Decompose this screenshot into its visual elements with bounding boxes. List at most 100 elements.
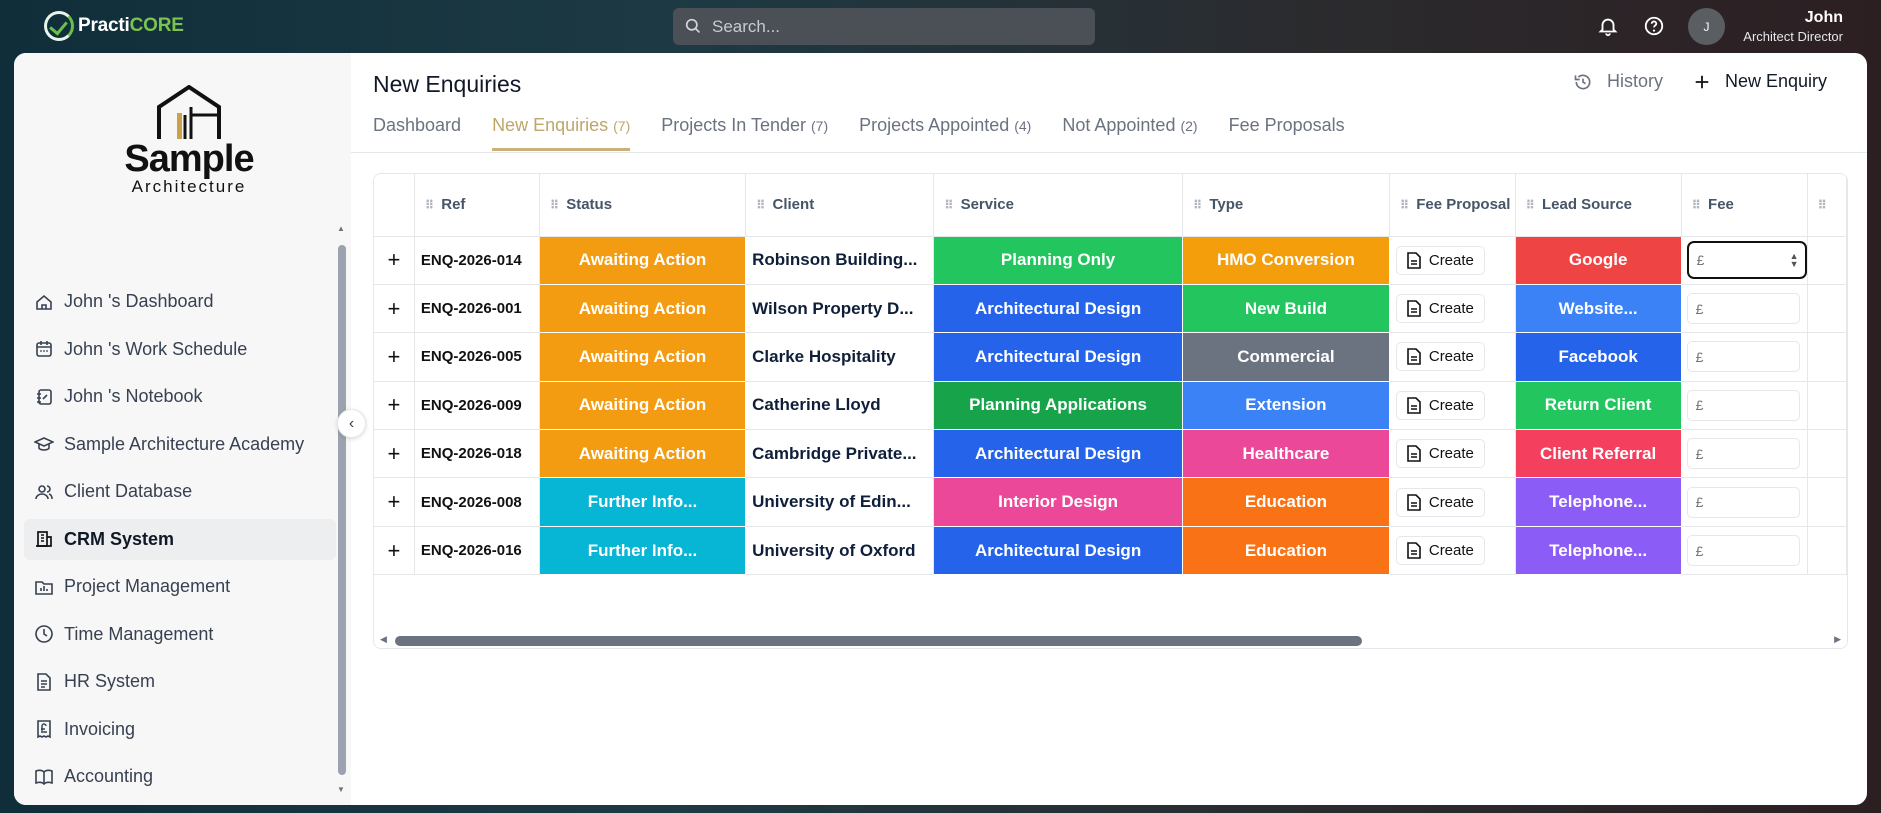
sidebar-scrollbar[interactable] <box>338 245 346 775</box>
scroll-right-arrow[interactable]: ▶ <box>1834 634 1841 645</box>
client-cell[interactable]: University of Edin... <box>745 477 935 527</box>
column-header-client[interactable]: ⠿ Client <box>745 174 935 237</box>
scroll-down-arrow[interactable]: ▼ <box>337 785 345 794</box>
type-cell[interactable]: New Build <box>1181 283 1390 334</box>
sidebar-item-client-database[interactable]: Client Database <box>24 471 336 512</box>
status-cell[interactable]: Further Info... <box>538 525 747 576</box>
lead-source-cell[interactable]: Telephone... <box>1514 477 1682 527</box>
status-cell[interactable]: Awaiting Action <box>538 380 747 431</box>
fee-input[interactable] <box>1686 341 1800 373</box>
column-header-fee[interactable]: ⠿ Fee <box>1681 174 1808 237</box>
drag-handle-icon[interactable]: ⠿ <box>944 198 953 212</box>
fee-input[interactable] <box>1686 438 1800 470</box>
service-cell[interactable]: Planning Applications <box>933 380 1183 431</box>
table-row[interactable]: + ENQ-2026-009 Awaiting Action Catherine Ll… <box>374 380 1847 431</box>
tab-new-enquiries[interactable]: New Enquiries (7) <box>492 115 631 151</box>
lead-source-cell[interactable]: Telephone... <box>1514 525 1682 576</box>
fee-input[interactable] <box>1686 535 1800 567</box>
user-info[interactable]: John Architect Director <box>1743 9 1843 44</box>
create-fee-proposal-button[interactable]: Create <box>1395 439 1485 469</box>
type-cell[interactable]: Extension <box>1181 380 1390 431</box>
sidebar-item-financial-dashboard[interactable]: Financial Dashboard <box>24 804 336 806</box>
expand-row-button[interactable]: + <box>374 236 415 285</box>
service-cell[interactable]: Architectural Design <box>933 283 1183 334</box>
expand-row-button[interactable]: + <box>374 429 415 479</box>
sidebar-item-crm-system[interactable]: CRM System <box>24 518 336 560</box>
avatar[interactable]: J <box>1688 8 1725 45</box>
client-cell[interactable]: Cambridge Private... <box>745 429 935 479</box>
drag-handle-icon[interactable]: ⠿ <box>1400 198 1409 212</box>
drag-handle-icon[interactable]: ⠿ <box>1692 198 1701 212</box>
client-cell[interactable]: Catherine Lloyd <box>745 381 935 431</box>
status-cell[interactable]: Awaiting Action <box>538 235 747 285</box>
client-cell[interactable]: University of Oxford <box>745 526 935 576</box>
expand-row-button[interactable]: + <box>374 284 415 334</box>
drag-handle-icon[interactable]: ⠿ <box>550 198 559 212</box>
number-spinner-icon[interactable]: ▲ ▼ <box>1790 251 1799 268</box>
fee-input[interactable] <box>1686 241 1807 280</box>
table-row[interactable]: + ENQ-2026-008 Further Info... University o… <box>374 477 1847 527</box>
horizontal-scrollbar[interactable]: ◀ ▶ <box>374 634 1847 648</box>
app-logo[interactable]: PractiCORE <box>44 11 184 41</box>
search-input[interactable] <box>712 16 1072 37</box>
type-cell[interactable]: Education <box>1181 525 1390 576</box>
sidebar-item-time-management[interactable]: Time Management <box>24 614 336 655</box>
table-row[interactable]: + ENQ-2026-005 Awaiting Action Clarke Hospi… <box>374 332 1847 382</box>
service-cell[interactable]: Architectural Design <box>933 429 1183 479</box>
drag-handle-icon[interactable]: ⠿ <box>1818 198 1827 212</box>
service-cell[interactable]: Interior Design <box>933 477 1183 527</box>
fee-input[interactable] <box>1686 486 1800 518</box>
table-row[interactable]: + ENQ-2026-014 Awaiting Action Robinson Bui… <box>374 235 1847 285</box>
sidebar-item-sample-architecture-academy[interactable]: Sample Architecture Academy <box>24 424 336 465</box>
status-cell[interactable]: Further Info... <box>538 477 747 527</box>
horizontal-scroll-thumb[interactable] <box>395 636 1362 646</box>
column-header-service[interactable]: ⠿ Service <box>933 174 1183 237</box>
new-enquiry-button[interactable]: New Enquiry <box>1693 71 1827 92</box>
status-cell[interactable]: Awaiting Action <box>538 429 747 479</box>
sidebar-item-john-s-work-schedule[interactable]: John 's Work Schedule <box>24 329 336 370</box>
column-header-fee-proposal[interactable]: ⠿ Fee Proposal <box>1389 174 1516 237</box>
sidebar-item-project-management[interactable]: Project Management <box>24 566 336 607</box>
lead-source-cell[interactable]: Client Referral <box>1514 429 1682 479</box>
type-cell[interactable]: HMO Conversion <box>1181 235 1390 285</box>
collapse-sidebar-button[interactable]: ‹ <box>337 409 366 438</box>
fee-input[interactable] <box>1686 293 1800 325</box>
scroll-up-arrow[interactable]: ▲ <box>337 224 345 233</box>
lead-source-cell[interactable]: Website... <box>1514 283 1682 334</box>
tab-projects-in-tender[interactable]: Projects In Tender (7) <box>661 115 828 151</box>
table-row[interactable]: + ENQ-2026-018 Awaiting Action Cambridge Pr… <box>374 429 1847 479</box>
sidebar-item-hr-system[interactable]: HR System <box>24 661 336 702</box>
lead-source-cell[interactable]: Google <box>1514 235 1682 285</box>
drag-handle-icon[interactable]: ⠿ <box>1193 198 1202 212</box>
help-icon[interactable] <box>1643 15 1665 37</box>
fee-input[interactable] <box>1686 389 1800 421</box>
column-header-ref[interactable]: ⠿ Ref <box>414 174 540 237</box>
column-header-status[interactable]: ⠿ Status <box>539 174 747 237</box>
sidebar-item-john-s-dashboard[interactable]: John 's Dashboard <box>24 281 336 322</box>
service-cell[interactable]: Architectural Design <box>933 525 1183 576</box>
table-row[interactable]: + ENQ-2026-016 Further Info... University o… <box>374 525 1847 576</box>
bell-icon[interactable] <box>1597 15 1619 37</box>
status-cell[interactable]: Awaiting Action <box>538 283 747 334</box>
scroll-left-arrow[interactable]: ◀ <box>380 634 387 645</box>
drag-handle-icon[interactable]: ⠿ <box>756 198 765 212</box>
tab-fee-proposals[interactable]: Fee Proposals <box>1229 115 1345 151</box>
history-button[interactable]: History <box>1573 71 1663 92</box>
create-fee-proposal-button[interactable]: Create <box>1395 536 1485 566</box>
table-row[interactable]: + ENQ-2026-001 Awaiting Action Wilson Prope… <box>374 283 1847 334</box>
create-fee-proposal-button[interactable]: Create <box>1395 487 1485 517</box>
service-cell[interactable]: Planning Only <box>933 235 1183 285</box>
drag-handle-icon[interactable]: ⠿ <box>425 198 434 212</box>
client-cell[interactable]: Robinson Building... <box>745 236 935 285</box>
type-cell[interactable]: Commercial <box>1181 332 1390 382</box>
expand-row-button[interactable]: + <box>374 381 415 431</box>
tab-projects-appointed[interactable]: Projects Appointed (4) <box>859 115 1031 151</box>
column-header-type[interactable]: ⠿ Type <box>1182 174 1390 237</box>
create-fee-proposal-button[interactable]: Create <box>1395 342 1485 372</box>
type-cell[interactable]: Education <box>1181 477 1390 527</box>
sidebar-item-invoicing[interactable]: Invoicing <box>24 709 336 750</box>
client-cell[interactable]: Wilson Property D... <box>745 284 935 334</box>
expand-row-button[interactable]: + <box>374 526 415 576</box>
tab-not-appointed[interactable]: Not Appointed (2) <box>1062 115 1197 151</box>
global-search[interactable] <box>673 8 1095 45</box>
